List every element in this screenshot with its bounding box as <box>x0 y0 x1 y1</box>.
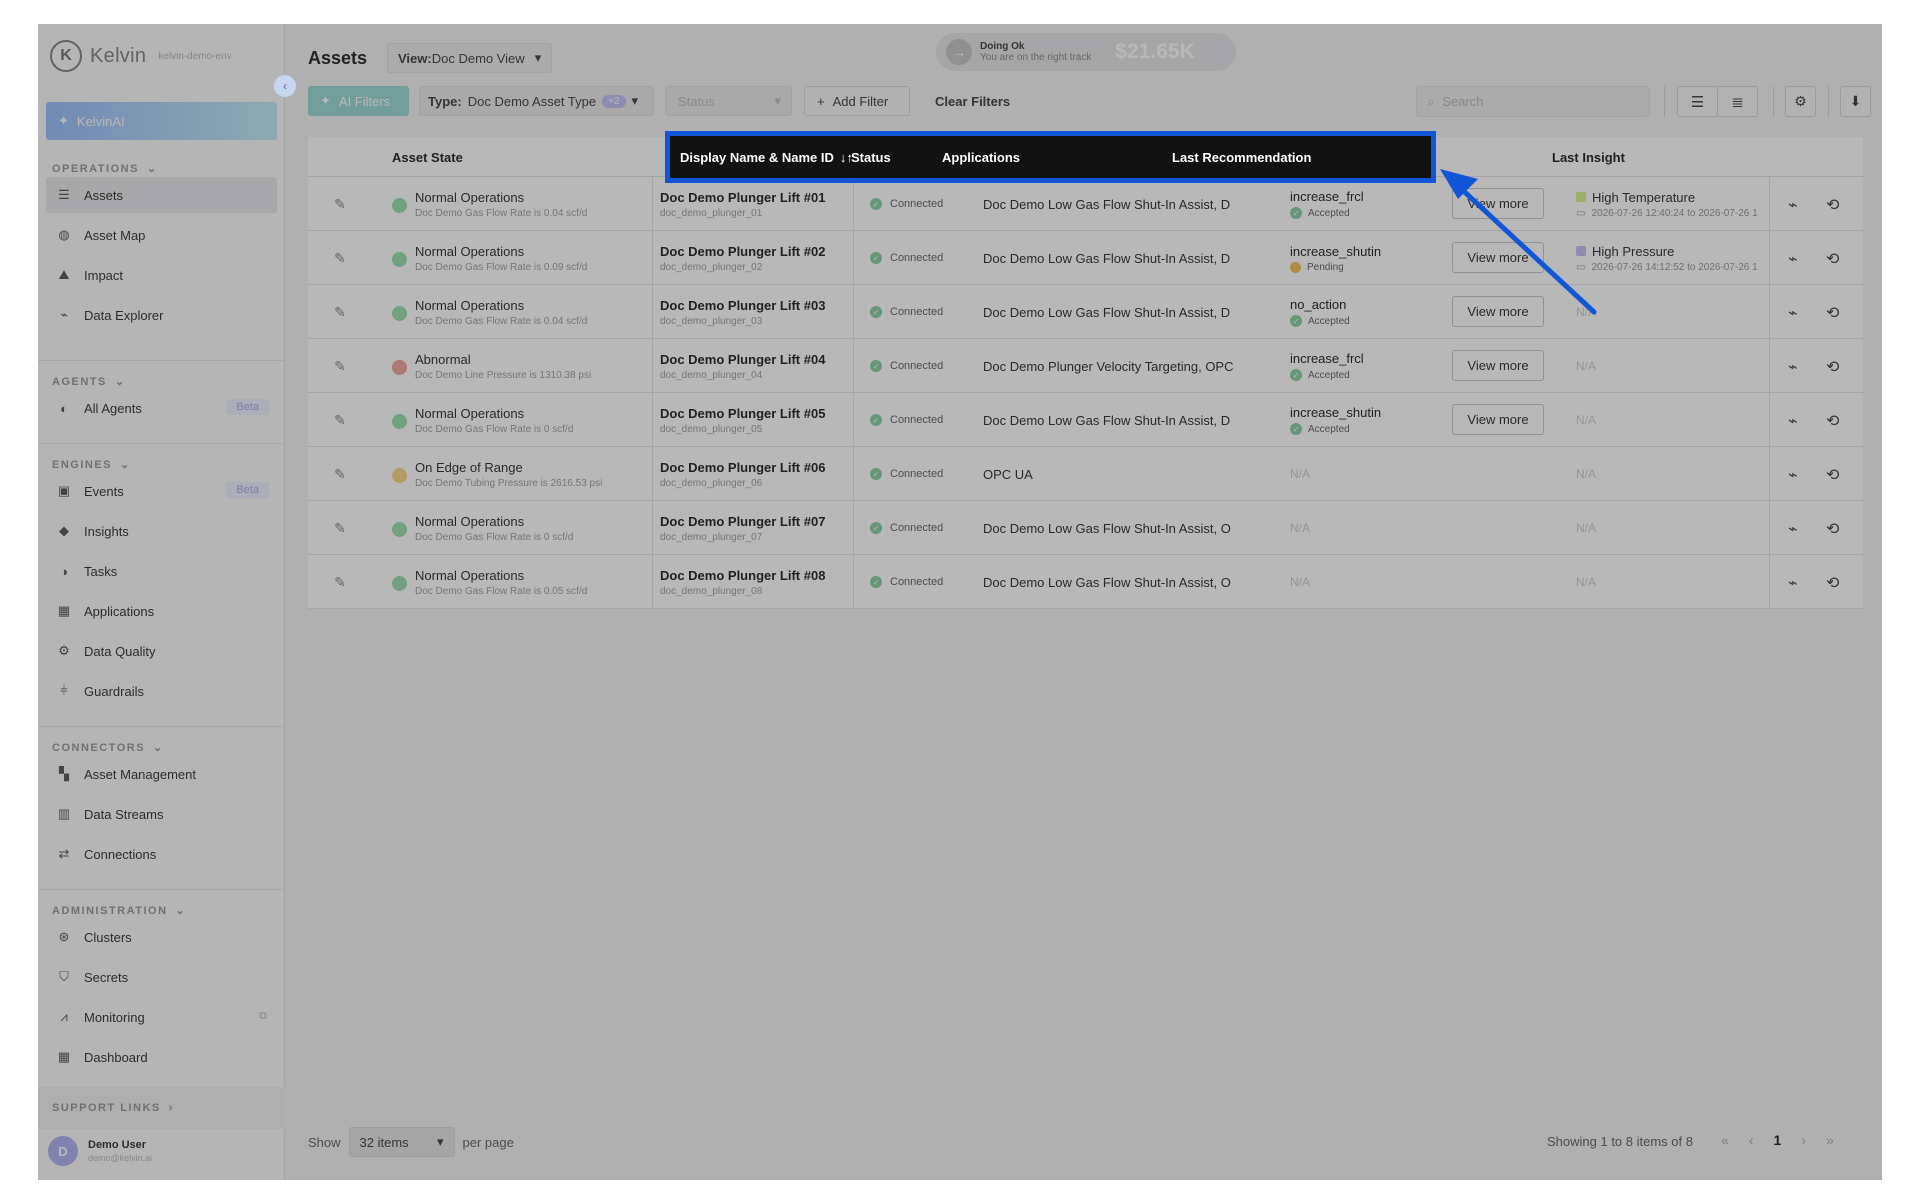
arrow-head <box>1440 169 1478 199</box>
annotation-arrow <box>1440 169 1597 315</box>
app-window: K Kelvin kelvin-demo-env ✦ KelvinAI OPER… <box>38 24 1882 1180</box>
arrow-shaft <box>1453 181 1597 315</box>
